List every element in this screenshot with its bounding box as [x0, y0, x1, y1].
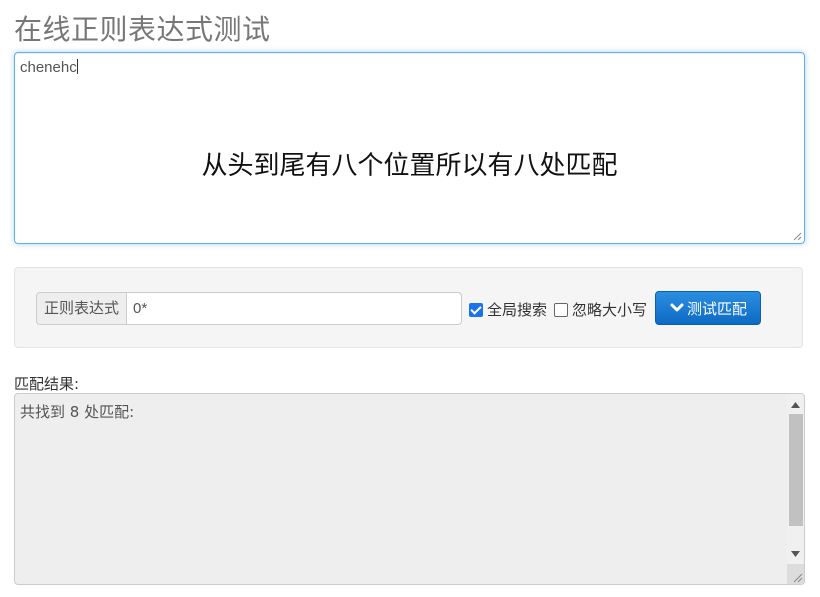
test-match-button[interactable]: 测试匹配 — [655, 291, 761, 325]
global-search-option[interactable]: 全局搜索 — [469, 299, 547, 320]
ignore-case-checkbox[interactable] — [554, 302, 568, 317]
ignore-case-option[interactable]: 忽略大小写 — [554, 299, 647, 320]
global-search-checkbox[interactable] — [469, 302, 483, 317]
overlay-annotation: 从头到尾有八个位置所以有八处匹配 — [201, 151, 618, 181]
scroll-down-icon[interactable] — [787, 545, 804, 562]
global-search-label: 全局搜索 — [487, 301, 548, 319]
result-text: 共找到 8 处匹配: — [20, 403, 135, 421]
result-scrollbar[interactable] — [787, 394, 804, 566]
result-text-area[interactable]: 共找到 8 处匹配: — [14, 393, 805, 585]
regex-input[interactable]: 0* — [126, 292, 463, 325]
test-match-label: 测试匹配 — [686, 299, 747, 318]
scrollbar-thumb[interactable] — [789, 414, 803, 526]
regex-label: 正则表达式 — [36, 292, 127, 325]
chevron-down-icon — [670, 303, 684, 312]
regex-input-group: 正则表达式 0* — [36, 292, 463, 325]
result-heading: 匹配结果: — [14, 375, 80, 393]
page-title: 在线正则表达式测试 — [14, 13, 271, 46]
text-caret — [76, 59, 78, 74]
resize-corner[interactable] — [787, 564, 804, 584]
source-text: chenehc — [20, 59, 78, 76]
source-text-area[interactable]: chenehc 从头到尾有八个位置所以有八处匹配 — [14, 52, 805, 244]
resize-grip-icon — [793, 573, 803, 583]
resize-grip-icon[interactable] — [792, 231, 802, 241]
control-panel: 正则表达式 0* 全局搜索 忽略大小写 测试匹配 — [14, 267, 803, 348]
ignore-case-label: 忽略大小写 — [572, 301, 648, 319]
scroll-up-icon[interactable] — [787, 396, 804, 413]
